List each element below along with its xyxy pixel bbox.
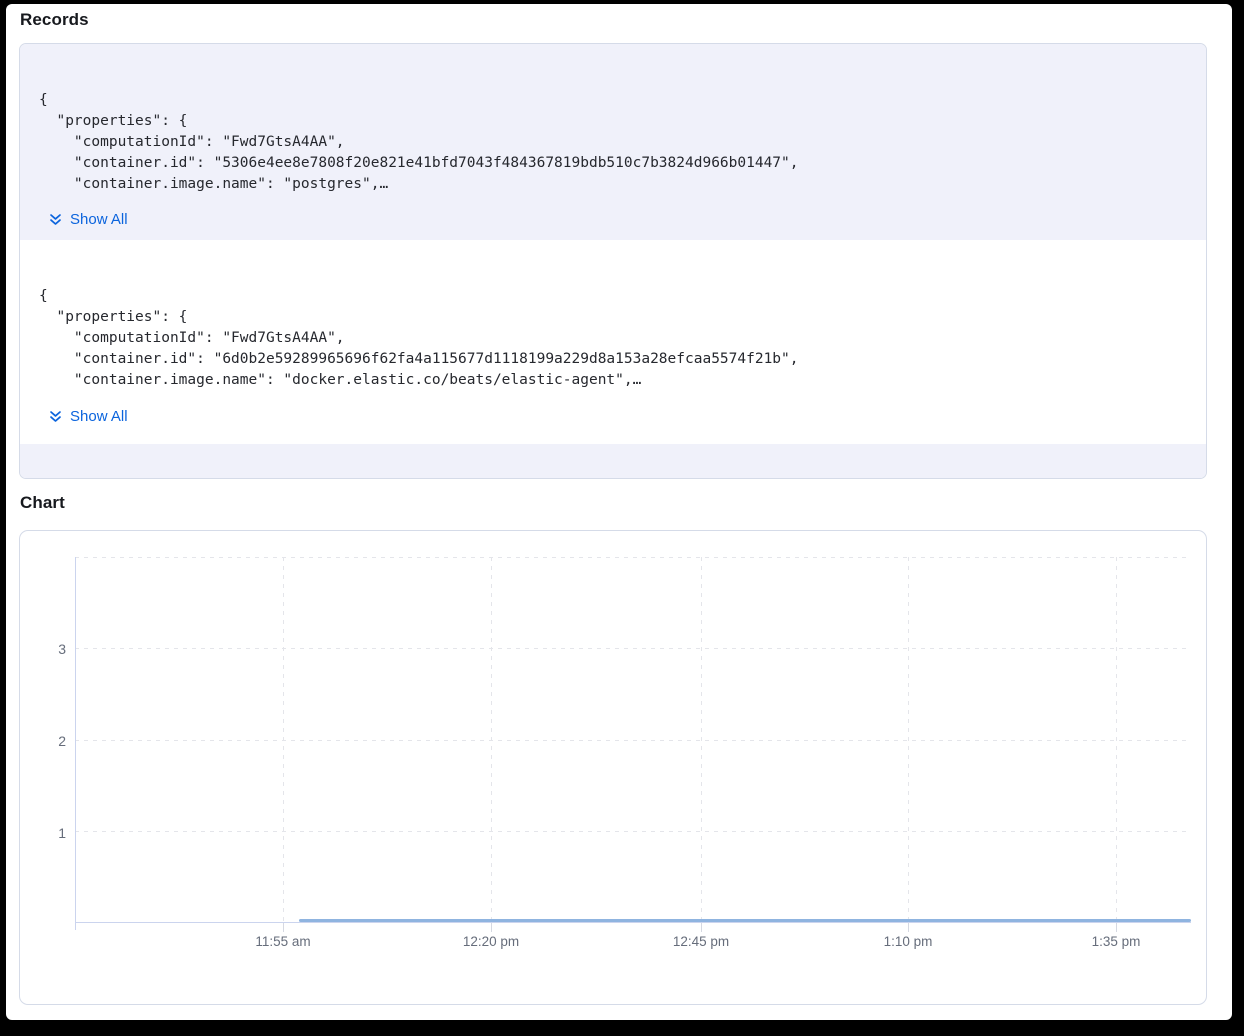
y-tick-label: 2 <box>28 732 66 750</box>
chart-card: 3 2 1 11:55 am 12:20 pm 12:45 pm 1:10 pm… <box>19 530 1207 1005</box>
h-gridline <box>75 740 1191 741</box>
record-item: { "properties": { "computationId": "Fwd7… <box>20 240 1206 444</box>
records-section-title: Records <box>20 10 89 30</box>
v-gridline <box>283 557 284 922</box>
x-tick <box>283 923 284 932</box>
code-line: { <box>39 90 1182 111</box>
record-json-preview: { "properties": { "computationId": "Fwd7… <box>39 286 1182 391</box>
record-json-preview: { "properties": { "computationId": "Fwd7… <box>39 90 1182 195</box>
double-chevron-down-icon <box>48 212 63 227</box>
show-all-label: Show All <box>70 211 128 228</box>
code-line: "container.image.name": "postgres",… <box>39 174 1182 195</box>
x-tick-label: 12:20 pm <box>441 933 541 951</box>
line-chart: 3 2 1 11:55 am 12:20 pm 12:45 pm 1:10 pm… <box>20 531 1206 1004</box>
h-gridline <box>75 648 1191 649</box>
page: Records { "properties": { "computationId… <box>6 4 1232 1020</box>
x-tick-label: 11:55 am <box>233 933 333 951</box>
code-line: { <box>39 286 1182 307</box>
code-line: "computationId": "Fwd7GtsA4AA", <box>39 132 1182 153</box>
code-line: "properties": { <box>39 307 1182 328</box>
x-tick-label: 1:10 pm <box>858 933 958 951</box>
show-all-label: Show All <box>70 408 128 425</box>
x-tick <box>491 923 492 932</box>
code-line: "computationId": "Fwd7GtsA4AA", <box>39 328 1182 349</box>
chart-section-title: Chart <box>20 493 65 513</box>
x-tick-label: 1:35 pm <box>1066 933 1166 951</box>
records-card: { "properties": { "computationId": "Fwd7… <box>19 43 1207 479</box>
y-tick-label: 1 <box>28 824 66 842</box>
h-gridline <box>75 831 1191 832</box>
record-item: { "properties": { "computationId": "Fwd7… <box>20 44 1206 240</box>
v-gridline <box>908 557 909 922</box>
y-tick-label: 3 <box>28 640 66 658</box>
code-line: "container.image.name": "docker.elastic.… <box>39 370 1182 391</box>
record-item-clipped <box>20 444 1206 478</box>
code-line: "properties": { <box>39 111 1182 132</box>
double-chevron-down-icon <box>48 409 63 424</box>
x-axis-line <box>75 922 1191 923</box>
x-tick <box>701 923 702 932</box>
v-gridline <box>491 557 492 922</box>
x-tick-label: 12:45 pm <box>651 933 751 951</box>
show-all-link[interactable]: Show All <box>48 406 128 426</box>
v-gridline <box>701 557 702 922</box>
x-tick <box>1116 923 1117 932</box>
v-gridline <box>1116 557 1117 922</box>
code-line: "container.id": "6d0b2e59289965696f62fa4… <box>39 349 1182 370</box>
x-tick <box>908 923 909 932</box>
code-line: "container.id": "5306e4ee8e7808f20e821e4… <box>39 153 1182 174</box>
h-gridline <box>75 557 1191 558</box>
series-line <box>299 919 1191 922</box>
y-axis-line <box>75 557 76 930</box>
show-all-link[interactable]: Show All <box>48 209 128 229</box>
